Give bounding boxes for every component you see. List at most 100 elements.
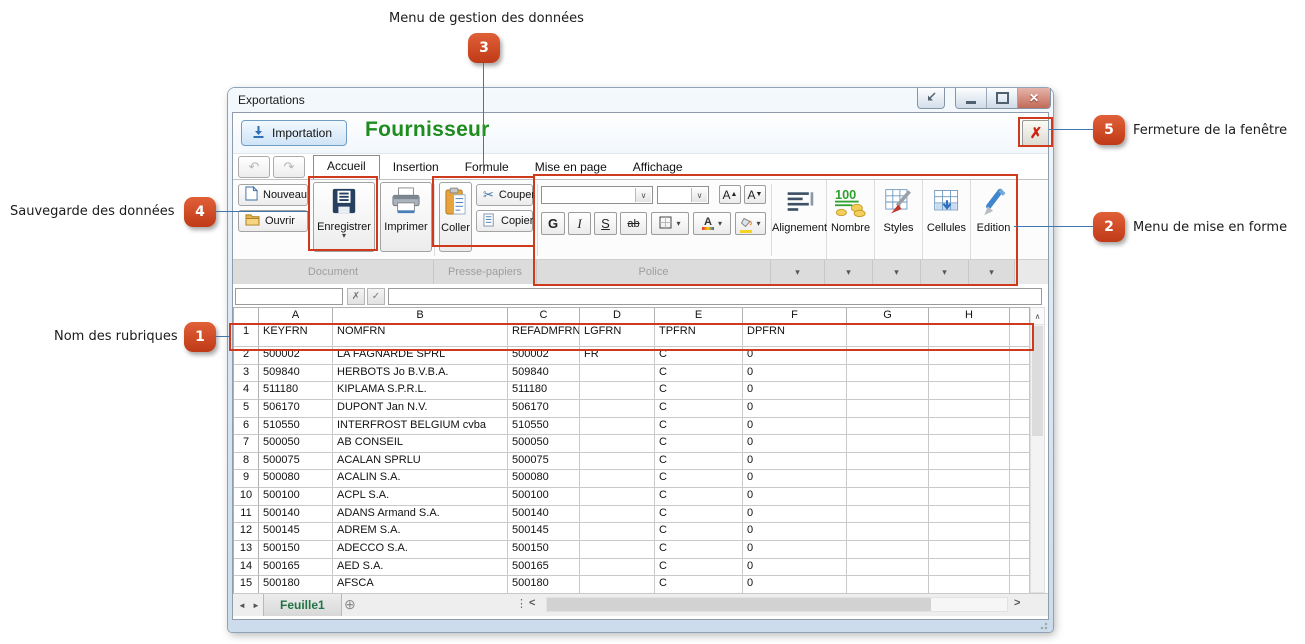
paste-button[interactable]: Coller — [439, 182, 472, 252]
ribbon-group-alignement[interactable]: Alignement — [773, 180, 827, 260]
column-header-H[interactable]: H — [929, 308, 1010, 324]
tab-formule[interactable]: Formule — [452, 156, 522, 179]
undo-button[interactable]: ↶ — [238, 156, 270, 178]
row-header-12[interactable]: 12 — [234, 523, 259, 541]
cell-F4[interactable]: 0 — [743, 382, 847, 400]
minimize-button[interactable] — [956, 88, 987, 108]
cell-partial6[interactable] — [1010, 418, 1030, 436]
cell-A10[interactable]: 500100 — [259, 488, 333, 506]
cell-A6[interactable]: 510550 — [259, 418, 333, 436]
cell-G13[interactable] — [847, 541, 929, 559]
cell-B9[interactable]: ACALIN S.A. — [333, 470, 508, 488]
group-dropdown-alignement[interactable]: ▾ — [771, 260, 825, 284]
cell-E8[interactable]: C — [655, 453, 743, 471]
open-button[interactable]: Ouvrir — [238, 210, 308, 232]
formula-input[interactable] — [388, 288, 1042, 305]
group-dropdown-styles[interactable]: ▾ — [873, 260, 921, 284]
cell-F8[interactable]: 0 — [743, 453, 847, 471]
group-dropdown-nombre[interactable]: ▾ — [825, 260, 873, 284]
cell-partial12[interactable] — [1010, 523, 1030, 541]
cell-E12[interactable]: C — [655, 523, 743, 541]
copy-button[interactable]: Copier — [476, 210, 533, 232]
cell-A1[interactable]: KEYFRN — [259, 324, 333, 347]
cell-D10[interactable] — [580, 488, 655, 506]
cell-partial11[interactable] — [1010, 506, 1030, 524]
close-window-button[interactable]: ✗ — [1022, 120, 1049, 146]
cell-H2[interactable] — [929, 347, 1010, 365]
tab-mise-en-page[interactable]: Mise en page — [522, 156, 620, 179]
cell-E7[interactable]: C — [655, 435, 743, 453]
tab-accueil[interactable]: Accueil — [313, 155, 380, 179]
cell-D2[interactable]: FR — [580, 347, 655, 365]
cell-C14[interactable]: 500165 — [508, 559, 580, 577]
cell-A11[interactable]: 500140 — [259, 506, 333, 524]
cell-C2[interactable]: 500002 — [508, 347, 580, 365]
save-dropdown-arrow[interactable]: ▾ — [342, 233, 346, 239]
cell-E9[interactable]: C — [655, 470, 743, 488]
cell-partial15[interactable] — [1010, 576, 1030, 594]
cell-H3[interactable] — [929, 365, 1010, 383]
cell-G3[interactable] — [847, 365, 929, 383]
cell-F6[interactable]: 0 — [743, 418, 847, 436]
bold-button[interactable]: G — [541, 212, 565, 235]
cell-G7[interactable] — [847, 435, 929, 453]
cell-F7[interactable]: 0 — [743, 435, 847, 453]
cell-E14[interactable]: C — [655, 559, 743, 577]
cell-F11[interactable]: 0 — [743, 506, 847, 524]
cell-F13[interactable]: 0 — [743, 541, 847, 559]
row-header-3[interactable]: 3 — [234, 365, 259, 383]
cell-C5[interactable]: 506170 — [508, 400, 580, 418]
cell-G12[interactable] — [847, 523, 929, 541]
cell-E1[interactable]: TPFRN — [655, 324, 743, 347]
horizontal-scroll-thumb[interactable] — [547, 598, 931, 611]
cell-B10[interactable]: ACPL S.A. — [333, 488, 508, 506]
titlebar[interactable]: Exportations ✕ — [228, 88, 1053, 112]
cell-D13[interactable] — [580, 541, 655, 559]
cell-partial9[interactable] — [1010, 470, 1030, 488]
row-header-1[interactable]: 1 — [234, 324, 259, 347]
tab-splitter-handle[interactable]: ⋮ — [516, 597, 527, 610]
row-header-14[interactable]: 14 — [234, 559, 259, 577]
cell-F3[interactable]: 0 — [743, 365, 847, 383]
add-sheet-button[interactable]: ⊕ — [344, 596, 356, 613]
cell-H7[interactable] — [929, 435, 1010, 453]
cancel-entry-button[interactable]: ✗ — [347, 288, 365, 305]
cell-G2[interactable] — [847, 347, 929, 365]
column-header-D[interactable]: D — [580, 308, 655, 324]
cell-A15[interactable]: 500180 — [259, 576, 333, 594]
cell-partial4[interactable] — [1010, 382, 1030, 400]
ribbon-group-edition[interactable]: Edition — [971, 180, 1017, 260]
cell-B2[interactable]: LA FAGNARDE SPRL — [333, 347, 508, 365]
cell-G4[interactable] — [847, 382, 929, 400]
next-sheet-button[interactable]: ► — [249, 597, 263, 613]
cell-A7[interactable]: 500050 — [259, 435, 333, 453]
cell-B11[interactable]: ADANS Armand S.A. — [333, 506, 508, 524]
font-color-button[interactable]: A ▾ — [693, 212, 731, 235]
cell-H5[interactable] — [929, 400, 1010, 418]
row-header-13[interactable]: 13 — [234, 541, 259, 559]
row-header-11[interactable]: 11 — [234, 506, 259, 524]
row-header-8[interactable]: 8 — [234, 453, 259, 471]
cell-D9[interactable] — [580, 470, 655, 488]
cell-C12[interactable]: 500145 — [508, 523, 580, 541]
scroll-up-button[interactable]: ∧ — [1031, 308, 1044, 325]
cell-H1[interactable] — [929, 324, 1010, 347]
cell-H12[interactable] — [929, 523, 1010, 541]
cell-H11[interactable] — [929, 506, 1010, 524]
row-header-7[interactable]: 7 — [234, 435, 259, 453]
cell-G15[interactable] — [847, 576, 929, 594]
cell-C15[interactable]: 500180 — [508, 576, 580, 594]
column-header-A[interactable]: A — [259, 308, 333, 324]
cell-F14[interactable]: 0 — [743, 559, 847, 577]
cell-C13[interactable]: 500150 — [508, 541, 580, 559]
cell-D15[interactable] — [580, 576, 655, 594]
cell-G14[interactable] — [847, 559, 929, 577]
cell-C10[interactable]: 500100 — [508, 488, 580, 506]
cell-F10[interactable]: 0 — [743, 488, 847, 506]
confirm-entry-button[interactable]: ✓ — [367, 288, 385, 305]
column-header-G[interactable]: G — [847, 308, 929, 324]
row-header-9[interactable]: 9 — [234, 470, 259, 488]
cell-C1[interactable]: REFADMFRN — [508, 324, 580, 347]
cell-B14[interactable]: AED S.A. — [333, 559, 508, 577]
fill-color-button[interactable]: ▾ — [735, 212, 766, 235]
